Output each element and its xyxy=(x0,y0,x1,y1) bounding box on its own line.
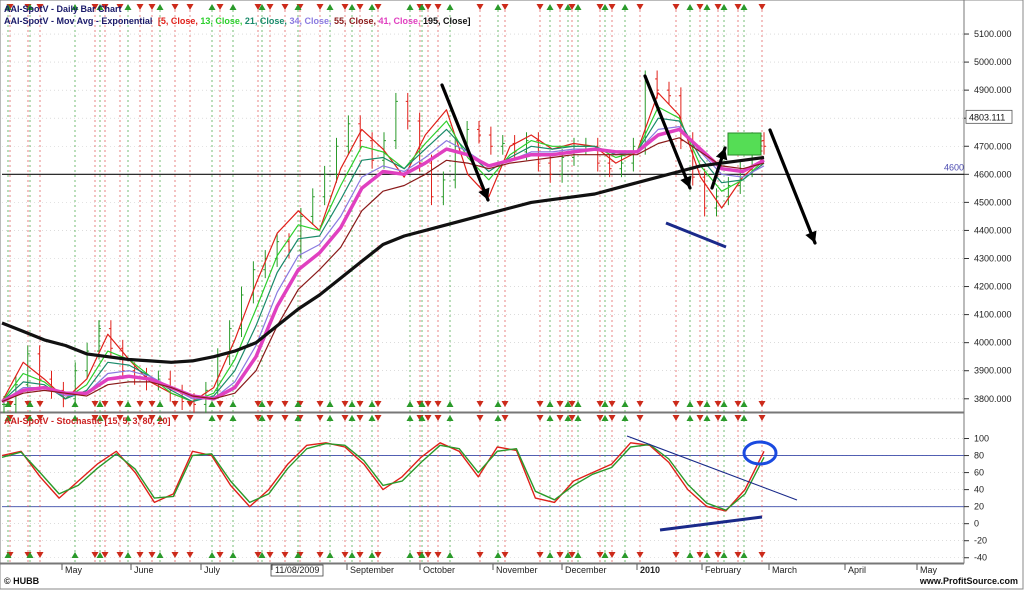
stochastic-title: AAI-SpotV - Stochastic [15, 5, 3, 80, 20… xyxy=(4,416,171,426)
price-tick-label: 4300.000 xyxy=(974,253,1012,263)
footer-brand: HUBB xyxy=(13,576,39,586)
moving-average-legend: AAI-SpotV - Mov Avg - Exponential [5, Cl… xyxy=(4,16,471,26)
level-label: 4600 xyxy=(944,162,964,172)
stochastic-tick-label: 100 xyxy=(974,434,989,444)
last-value-label: 4803.111 xyxy=(969,112,1005,122)
stochastic-tick-label: 60 xyxy=(974,468,984,478)
legend-item: 41, Close, xyxy=(379,16,424,26)
time-tick-label: April xyxy=(848,565,866,575)
time-tick-label: May xyxy=(65,565,83,575)
price-tick-label: 4700.000 xyxy=(974,141,1012,151)
legend-item: [5, Close, xyxy=(158,16,201,26)
legend-prefix: AAI-SpotV - Mov Avg - Exponential xyxy=(4,16,152,26)
chart-title: AAI-SpotV - Daily Bar Chart xyxy=(4,4,122,14)
time-tick-label: September xyxy=(350,565,394,575)
legend-item: 21, Close, xyxy=(245,16,290,26)
stochastic-tick-label: -20 xyxy=(974,536,987,546)
price-tick-label: 4400.000 xyxy=(974,225,1012,235)
legend-item: 13, Close, xyxy=(200,16,245,26)
stochastic-tick-label: 40 xyxy=(974,485,984,495)
stochastic-tick-label: 20 xyxy=(974,502,984,512)
price-tick-label: 4200.000 xyxy=(974,282,1012,292)
price-tick-label: 4600.000 xyxy=(974,169,1012,179)
legend-item: 34, Close, xyxy=(289,16,334,26)
price-tick-label: 4100.000 xyxy=(974,310,1012,320)
time-tick-label: November xyxy=(496,565,538,575)
time-tick-label: May xyxy=(920,565,938,575)
time-tick-label: December xyxy=(565,565,607,575)
time-tick-label: October xyxy=(423,565,455,575)
footer-website: www.ProfitSource.com xyxy=(919,576,1018,586)
price-tick-label: 5000.000 xyxy=(974,57,1012,67)
time-tick-label: 2010 xyxy=(640,565,660,575)
time-tick-label: July xyxy=(204,565,221,575)
footer-copyright: © HUBB xyxy=(4,576,40,586)
legend-item: 55, Close, xyxy=(334,16,379,26)
time-tick-label: 11/08/2009 xyxy=(275,565,319,575)
stochastic-tick-label: 80 xyxy=(974,451,984,461)
price-tick-label: 5100.000 xyxy=(974,29,1012,39)
target-zone-box xyxy=(727,132,762,156)
chart-canvas: 4600 5100.0005000.0004900.0004800.000470… xyxy=(0,0,1024,590)
time-tick-label: February xyxy=(705,565,742,575)
time-tick-label: June xyxy=(134,565,154,575)
stochastic-tick-label: -40 xyxy=(974,553,987,563)
legend-item: 195, Close] xyxy=(423,16,471,26)
price-tick-label: 4900.000 xyxy=(974,85,1012,95)
price-tick-label: 4500.000 xyxy=(974,197,1012,207)
price-tick-label: 3800.000 xyxy=(974,394,1012,404)
stochastic-tick-label: 0 xyxy=(974,519,979,529)
time-tick-label: March xyxy=(772,565,797,575)
price-tick-label: 4000.000 xyxy=(974,338,1012,348)
price-tick-label: 3900.000 xyxy=(974,366,1012,376)
